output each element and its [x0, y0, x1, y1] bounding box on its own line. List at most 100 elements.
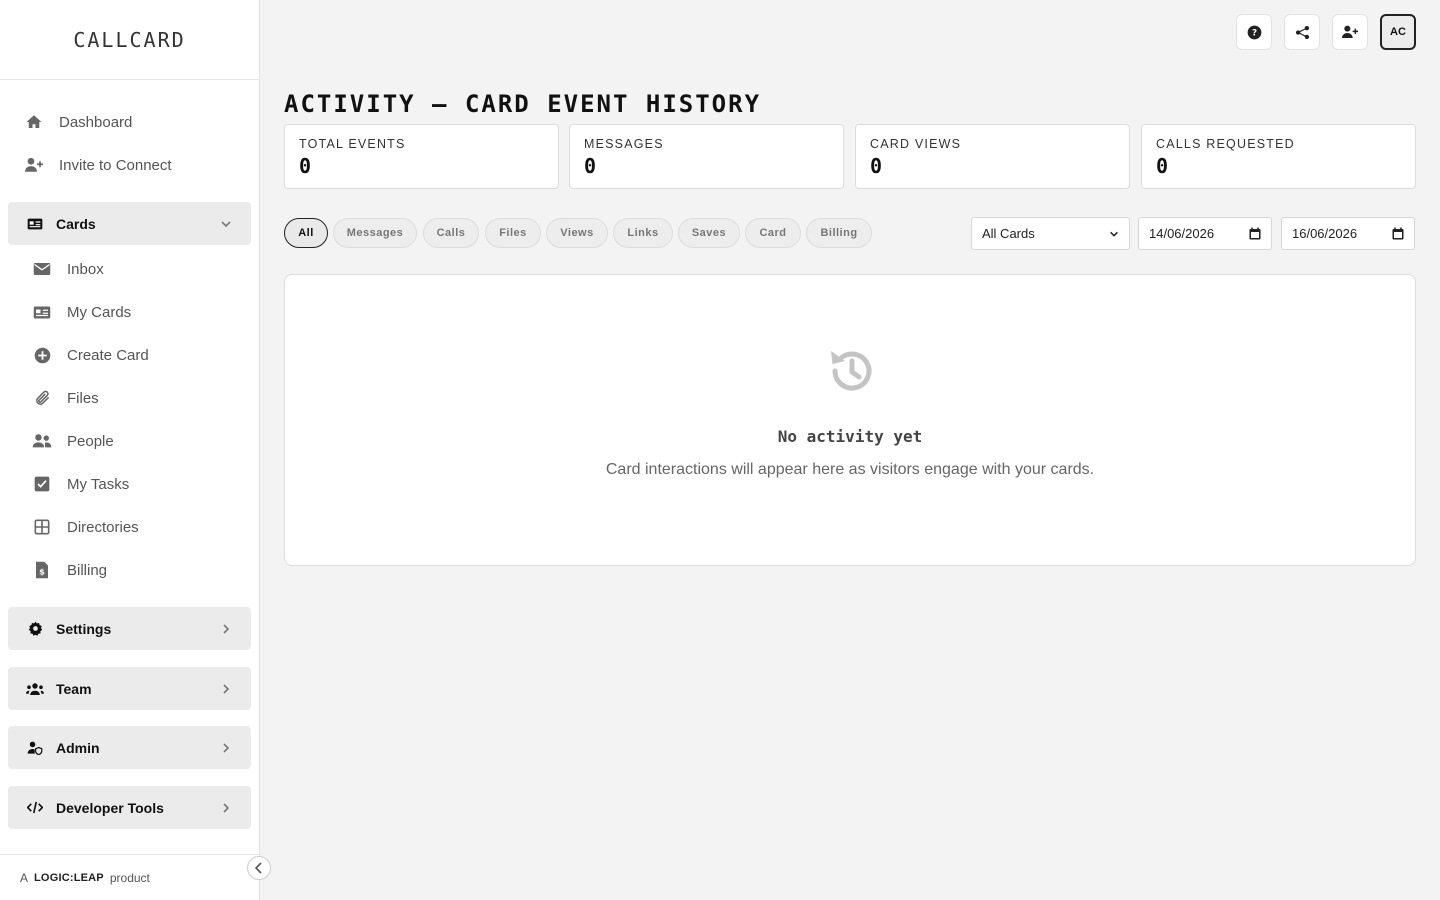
date-from-value: 14/06/2026	[1149, 226, 1215, 241]
stat-value: 0	[299, 154, 312, 178]
sidebar-item-invite[interactable]: Invite to Connect	[24, 145, 172, 185]
sidebar-group-label: Admin	[56, 739, 100, 756]
sidebar-item-directories[interactable]: Directories	[32, 507, 139, 547]
user-plus-icon	[1341, 24, 1359, 40]
filter-pill-card[interactable]: Card	[745, 218, 801, 248]
empty-state-text: Card interactions will appear here as vi…	[605, 461, 1095, 478]
stat-value: 0	[584, 154, 597, 178]
sidebar-footer: A LOGIC:LEAP product	[0, 854, 259, 900]
date-to-value: 16/06/2026	[1292, 226, 1358, 241]
sidebar-item-billing[interactable]: $ Billing	[32, 550, 107, 590]
sidebar-item-label: People	[67, 432, 114, 450]
filter-pill-saves[interactable]: Saves	[678, 218, 740, 248]
svg-text:?: ?	[1251, 28, 1256, 38]
stat-total-events: TOTAL EVENTS 0	[284, 124, 559, 189]
date-from-input[interactable]: 14/06/2026	[1138, 217, 1272, 250]
sidebar-item-files[interactable]: Files	[32, 378, 99, 418]
id-card-icon	[26, 215, 44, 233]
filter-pill-links[interactable]: Links	[613, 218, 673, 248]
chevron-right-icon	[219, 622, 233, 636]
date-to-input[interactable]: 16/06/2026	[1281, 217, 1415, 250]
chevron-down-icon	[219, 217, 233, 231]
team-icon	[26, 680, 44, 698]
app-logo[interactable]: CALLCARD	[73, 28, 185, 52]
card-select-value: All Cards	[982, 226, 1035, 241]
stat-label: CALLS REQUESTED	[1156, 137, 1295, 151]
sidebar-group-team[interactable]: Team	[8, 667, 251, 710]
sidebar-group-label: Team	[56, 680, 92, 697]
sidebar-item-my-cards[interactable]: My Cards	[32, 292, 131, 332]
activity-empty-state: No activity yet Card interactions will a…	[284, 274, 1416, 566]
sidebar-item-label: Create Card	[67, 346, 149, 364]
stat-label: TOTAL EVENTS	[299, 137, 406, 151]
stat-value: 0	[870, 154, 883, 178]
id-card-icon	[32, 302, 52, 322]
history-icon	[825, 345, 877, 397]
sidebar-group-label: Settings	[56, 620, 112, 637]
user-plus-icon	[24, 155, 44, 175]
envelope-icon	[32, 259, 52, 279]
stat-messages: MESSAGES 0	[569, 124, 844, 189]
stat-value: 0	[1156, 154, 1169, 178]
chevron-right-icon	[219, 741, 233, 755]
chevron-left-icon	[254, 862, 264, 874]
sidebar-group-label: Cards	[56, 215, 96, 232]
sidebar-item-label: Dashboard	[59, 113, 133, 131]
sidebar-item-label: Inbox	[67, 260, 104, 278]
footer-prefix: A	[20, 870, 29, 885]
filter-pill-calls[interactable]: Calls	[423, 218, 479, 248]
help-button[interactable]: ?	[1236, 14, 1272, 50]
invoice-icon: $	[32, 560, 52, 580]
grid-icon	[32, 517, 52, 537]
filter-pill-all[interactable]: All	[284, 218, 328, 248]
stat-card-views: CARD VIEWS 0	[855, 124, 1130, 189]
empty-state-title: No activity yet	[777, 427, 923, 446]
calendar-icon[interactable]	[1392, 227, 1404, 240]
checkbox-icon	[32, 474, 52, 494]
calendar-icon[interactable]	[1249, 227, 1261, 240]
stat-label: CARD VIEWS	[870, 137, 962, 151]
question-circle-icon: ?	[1247, 25, 1262, 40]
stat-label: MESSAGES	[584, 137, 664, 151]
footer-suffix: product	[109, 870, 150, 885]
sidebar-group-developer-tools[interactable]: Developer Tools	[8, 786, 251, 829]
share-icon	[1295, 25, 1310, 40]
page-title: ACTIVITY — CARD EVENT HISTORY	[284, 90, 762, 118]
chevron-right-icon	[219, 682, 233, 696]
code-icon	[26, 799, 44, 817]
svg-text:$: $	[39, 567, 45, 577]
filter-pill-messages[interactable]: Messages	[333, 218, 417, 248]
sidebar-item-label: My Cards	[67, 303, 132, 321]
sidebar-group-cards[interactable]: Cards	[8, 202, 251, 245]
sidebar-item-label: Invite to Connect	[59, 156, 172, 174]
sidebar-group-label: Developer Tools	[56, 799, 164, 816]
logo-area: CALLCARD	[0, 0, 259, 80]
filter-pill-views[interactable]: Views	[546, 218, 608, 248]
share-button[interactable]	[1284, 14, 1320, 50]
sidebar-item-label: My Tasks	[67, 475, 130, 493]
chevron-down-icon	[1109, 229, 1119, 239]
sidebar-item-create-card[interactable]: Create Card	[32, 335, 149, 375]
sidebar: CALLCARD Dashboard Invite to Connect Car…	[0, 0, 260, 900]
filter-pill-billing[interactable]: Billing	[806, 218, 872, 248]
add-user-button[interactable]	[1332, 14, 1368, 50]
sidebar-item-people[interactable]: People	[32, 421, 114, 461]
sidebar-item-my-tasks[interactable]: My Tasks	[32, 464, 129, 504]
sidebar-item-inbox[interactable]: Inbox	[32, 249, 104, 289]
users-icon	[32, 431, 52, 451]
avatar-initials: AC	[1390, 26, 1406, 38]
collapse-sidebar-button[interactable]	[247, 856, 271, 880]
avatar[interactable]: AC	[1380, 14, 1416, 50]
filter-pill-files[interactable]: Files	[485, 218, 541, 248]
sidebar-group-admin[interactable]: Admin	[8, 726, 251, 769]
gear-icon	[26, 620, 44, 638]
home-icon	[24, 112, 44, 132]
sidebar-item-label: Files	[67, 389, 99, 407]
sidebar-item-dashboard[interactable]: Dashboard	[24, 102, 132, 142]
sidebar-item-label: Billing	[67, 561, 108, 579]
paperclip-icon	[32, 388, 52, 408]
stat-calls-requested: CALLS REQUESTED 0	[1141, 124, 1416, 189]
logicleap-logo[interactable]: LOGIC:LEAP	[34, 872, 104, 884]
card-select[interactable]: All Cards	[971, 217, 1130, 250]
sidebar-group-settings[interactable]: Settings	[8, 607, 251, 650]
